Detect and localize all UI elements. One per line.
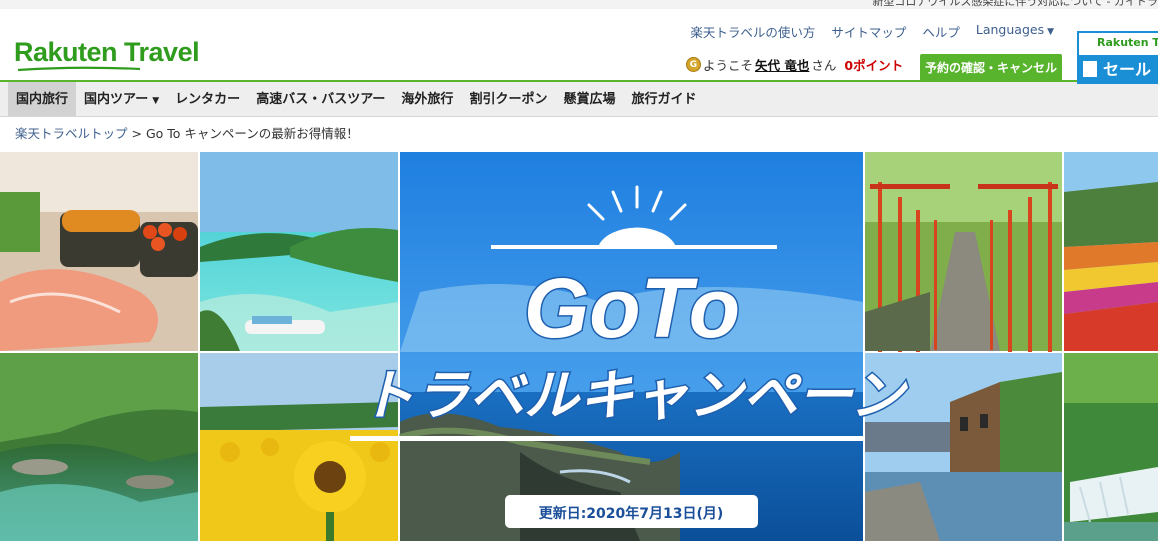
- site-header: Rakuten Travel 楽天トラベルの使い方 サイトマップ ヘルプ Lan…: [0, 9, 1158, 84]
- points-link[interactable]: 0ポイント: [844, 55, 903, 74]
- nav-overseas-travel[interactable]: 海外旅行: [393, 82, 461, 116]
- breadcrumb-current: Go To キャンペーンの最新お得情報！: [145, 126, 359, 141]
- photo-river-forest: [0, 353, 198, 541]
- sale-banner[interactable]: Rakuten Tra セール: [1077, 31, 1158, 84]
- breadcrumb-home-link[interactable]: 楽天トラベルトップ: [15, 126, 128, 141]
- logo-swoosh-icon: [17, 66, 141, 72]
- nav-prize-plaza[interactable]: 懸賞広場: [555, 82, 623, 116]
- hero-title-goto: GoTo: [524, 261, 740, 355]
- user-name-link[interactable]: 矢代 竜也: [755, 55, 809, 74]
- rakuten-travel-logo[interactable]: Rakuten Travel: [14, 37, 200, 68]
- photo-sushi: [0, 152, 198, 351]
- sale-banner-label-wrap: セール: [1079, 55, 1158, 84]
- notice-text[interactable]: 新型コロナウイルス感染症に伴う対応について - ガイドラ: [872, 0, 1158, 9]
- breadcrumb: 楽天トラベルトップ > Go To キャンペーンの最新お得情報！: [0, 117, 1158, 150]
- welcome-text: ようこそ: [703, 58, 754, 73]
- title-rule-top: [491, 245, 777, 249]
- utility-links: 楽天トラベルの使い方 サイトマップ ヘルプ Languages ▼: [682, 22, 1062, 41]
- rakuten-point-coin-icon: G: [686, 57, 701, 72]
- sale-banner-label: セール: [1103, 60, 1152, 79]
- notice-strip: 新型コロナウイルス感染症に伴う対応について - ガイドラ: [0, 0, 1158, 9]
- nav-domestic-tour-label: 国内ツアー: [84, 92, 149, 107]
- nav-rental-car[interactable]: レンタカー: [167, 82, 248, 116]
- building-icon: [1083, 61, 1097, 77]
- photo-waterfall: [1064, 353, 1158, 541]
- util-link-howto[interactable]: 楽天トラベルの使い方: [682, 22, 823, 41]
- nav-domestic-tour[interactable]: 国内ツアー ▼: [76, 82, 167, 116]
- global-nav: 国内旅行 国内ツアー ▼ レンタカー 高速バス・バスツアー 海外旅行 割引クーポン…: [0, 82, 1158, 117]
- nav-highway-bus[interactable]: 高速バス・バスツアー: [248, 82, 393, 116]
- hero-title-campaign: トラベルキャンペーン: [360, 364, 909, 427]
- hero-collage: GoTo トラベルキャンペーン 更新日:2020年7月13日(月): [0, 152, 1158, 541]
- goto-campaign-hero[interactable]: GoTo トラベルキャンペーン 更新日:2020年7月13日(月): [0, 152, 1158, 541]
- photo-lagoon: [200, 152, 398, 351]
- title-rule-bottom: [350, 436, 863, 441]
- honorific-text: さん: [811, 58, 837, 73]
- util-link-sitemap[interactable]: サイトマップ: [823, 22, 914, 41]
- account-info: G ようこそ 矢代 竜也 さん 0ポイント: [686, 55, 903, 74]
- photo-shrine-path: [865, 152, 1062, 352]
- updated-date-text: 更新日:2020年7月13日(月): [539, 505, 724, 522]
- nav-domestic-travel[interactable]: 国内旅行: [8, 82, 77, 116]
- breadcrumb-separator: >: [131, 126, 142, 141]
- photo-flower-hills: [1064, 152, 1158, 351]
- nav-discount-coupon[interactable]: 割引クーポン: [461, 82, 555, 116]
- reservation-confirm-cancel-button[interactable]: 予約の確認・キャンセル: [920, 54, 1062, 81]
- nav-travel-guide[interactable]: 旅行ガイド: [623, 82, 704, 116]
- caret-down-icon: ▼: [152, 96, 160, 106]
- sale-banner-brand: Rakuten Tra: [1097, 36, 1158, 49]
- languages-dropdown[interactable]: Languages ▼: [968, 22, 1062, 41]
- caret-down-icon: ▼: [1047, 27, 1054, 37]
- languages-label: Languages: [975, 22, 1045, 37]
- util-link-help[interactable]: ヘルプ: [914, 22, 968, 41]
